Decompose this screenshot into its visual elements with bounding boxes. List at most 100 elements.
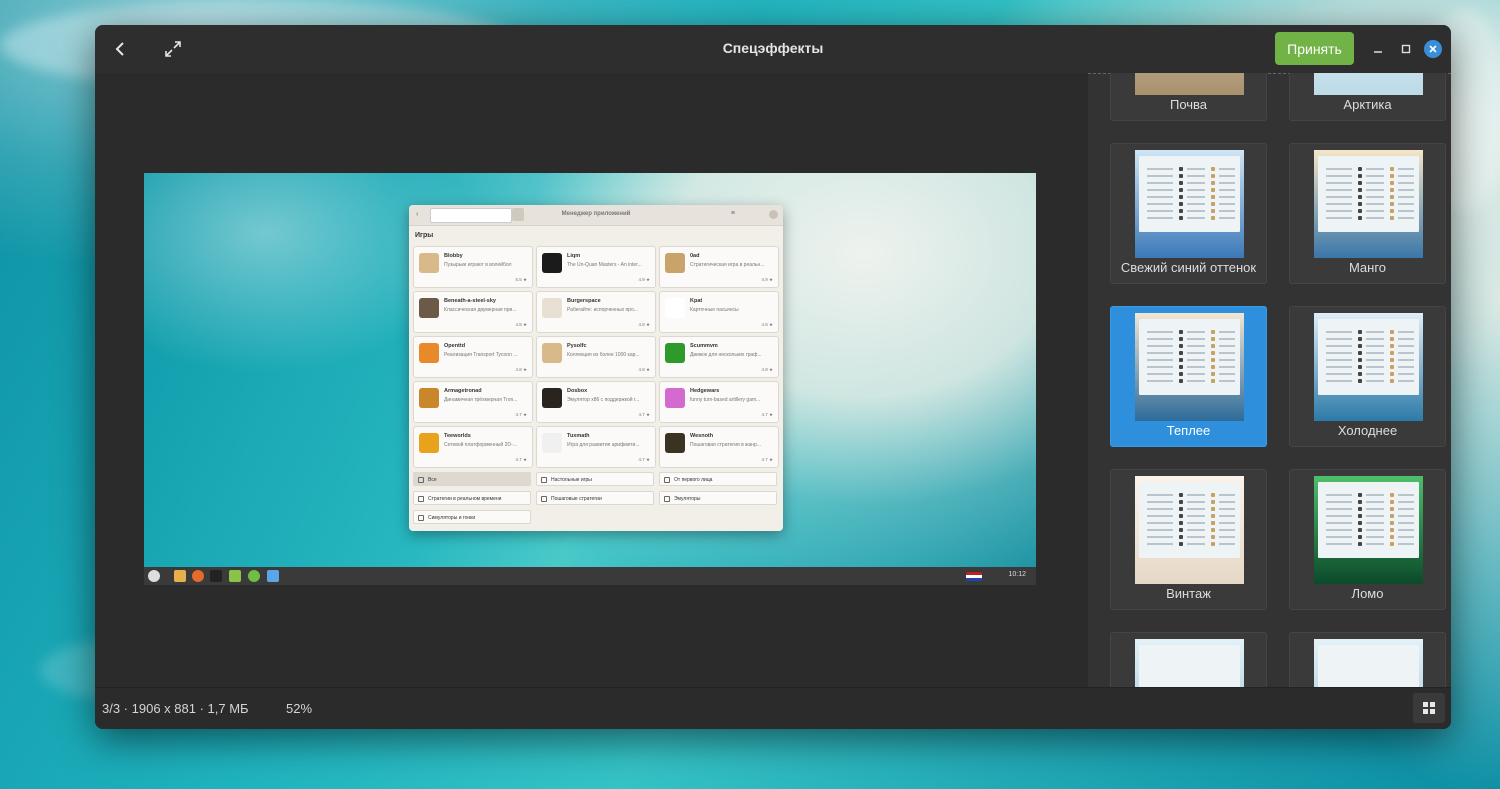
preview-app-card: Dosbox Эмулятор x86 с поддержкой г... 4.7 …	[536, 381, 656, 423]
zoom-level: 52%	[286, 701, 313, 716]
app-rating: 4.7 ★	[638, 412, 650, 417]
app-rating: 4.7 ★	[761, 412, 773, 417]
preview-app-card: 0ad Стратегическая игра в реальн... 4.9 ★	[659, 246, 779, 288]
minimize-icon	[1374, 51, 1382, 53]
app-description: The Un-Quan Masters - An inter...	[567, 262, 642, 268]
preview-app-card: Liqm The Un-Quan Masters - An inter... 4.9…	[536, 246, 656, 288]
preview-app-card: Scummvm Движок для нескольких граф... 4.8 …	[659, 336, 779, 378]
maximize-button[interactable]	[1395, 38, 1417, 60]
preview-app-card: Armagetronad Динамичная трёхмерная Tron..…	[413, 381, 533, 423]
effects-sidebar: Почва Арктика Свежий синий оттенок Манго Теп…	[1088, 73, 1451, 688]
app-description: Рабегайте: испорченных про...	[567, 307, 638, 313]
effect-thumbnail	[1135, 476, 1244, 584]
grid-icon	[1423, 702, 1435, 714]
chevron-left-icon	[115, 42, 124, 56]
effect-label: Манго	[1348, 260, 1387, 275]
image-info: 3/3 · 1906 x 881 · 1,7 МБ	[102, 701, 249, 716]
preview-app-card: Blobby Пузырьки играют в волейбол 5.5 ★	[413, 246, 533, 288]
effect-thumbnail	[1135, 73, 1244, 95]
app-icon	[665, 253, 685, 273]
app-name: 0ad	[690, 253, 700, 259]
effect-tile[interactable]: Холоднее	[1289, 306, 1446, 447]
preview-pane: ‹ Менеджер приложений ≡ Игры Blobby Пузыр…	[95, 73, 1088, 688]
preview-category: Эмуляторы	[659, 491, 777, 505]
effect-label: Холоднее	[1337, 423, 1398, 438]
app-rating: 4.9 ★	[638, 277, 650, 282]
app-description: Реализация Transport Tycoon ...	[444, 352, 518, 358]
preview-category: От первого лица	[659, 472, 777, 486]
fullscreen-button[interactable]	[161, 37, 185, 61]
preview-category: Стратегии в реальном времени	[413, 491, 531, 505]
preview-app-title: Менеджер приложений	[561, 211, 631, 217]
app-rating: 4.7 ★	[638, 457, 650, 462]
app-name: Kpat	[690, 298, 703, 304]
preview-app-card: Tuxmath Игра для развития арифмети... 4.7 …	[536, 426, 656, 468]
effect-tile[interactable]	[1110, 632, 1267, 688]
effect-tile[interactable]: Ломо	[1289, 469, 1446, 610]
effect-tile[interactable]: Арктика	[1289, 73, 1446, 121]
effect-tile[interactable]: Манго	[1289, 143, 1446, 284]
effect-thumbnail	[1314, 476, 1423, 584]
effect-thumbnail	[1314, 150, 1423, 258]
preview-terminal-icon	[210, 570, 222, 582]
accept-button[interactable]: Принять	[1275, 32, 1354, 65]
app-description: Эмулятор x86 с поддержкой г...	[567, 397, 640, 403]
effect-tile[interactable]: Почва	[1110, 73, 1267, 121]
app-icon	[665, 343, 685, 363]
preview-menu-icon	[148, 570, 160, 582]
grid-view-button[interactable]	[1413, 693, 1445, 723]
app-description: Пузырьки играют в волейбол	[444, 262, 512, 268]
app-description: Классическая двумерная при...	[444, 307, 517, 313]
app-rating: 4.8 ★	[761, 322, 773, 327]
preview-category: Настольные игры	[536, 472, 654, 486]
app-name: Scummvm	[690, 343, 718, 349]
effect-thumbnail	[1135, 313, 1244, 421]
app-icon	[665, 388, 685, 408]
preview-app-icon	[267, 570, 279, 582]
maximize-icon	[1401, 44, 1411, 54]
app-icon	[542, 388, 562, 408]
app-rating: 5.5 ★	[515, 277, 527, 282]
app-rating: 4.7 ★	[515, 412, 527, 417]
app-description: Сетевой платформенный 2D-...	[444, 442, 517, 448]
preview-app-card: Wesnoth Пошаговая стратегия в жанр... 4.7 …	[659, 426, 779, 468]
effect-tile[interactable]: Теплее	[1110, 306, 1267, 447]
app-description: funny turn-based artillery gam...	[690, 397, 761, 403]
effect-label: Винтаж	[1166, 586, 1211, 601]
app-name: Blobby	[444, 253, 463, 259]
app-rating: 4.8 ★	[638, 367, 650, 372]
close-button[interactable]	[1422, 38, 1444, 60]
app-rating: 4.9 ★	[761, 277, 773, 282]
preview-category: Все	[413, 472, 531, 486]
app-name: Tuxmath	[567, 433, 590, 439]
status-bar: 3/3 · 1906 x 881 · 1,7 МБ 52%	[95, 687, 1451, 729]
app-description: Игра для развития арифмети...	[567, 442, 640, 448]
app-rating: 4.7 ★	[761, 457, 773, 462]
app-icon	[419, 253, 439, 273]
effect-tile[interactable]: Винтаж	[1110, 469, 1267, 610]
preview-app-card: Beneath-a-steel-sky Классическая двумерна…	[413, 291, 533, 333]
effect-thumbnail	[1314, 73, 1423, 95]
preview-app-card: Teeworlds Сетевой платформенный 2D-... 4.7…	[413, 426, 533, 468]
app-icon	[542, 433, 562, 453]
app-rating: 4.8 ★	[515, 322, 527, 327]
expand-icon	[165, 41, 181, 57]
app-description: Стратегическая игра в реальн...	[690, 262, 765, 268]
effect-thumbnail	[1135, 639, 1244, 688]
preview-category: Симуляторы и гонки	[413, 510, 531, 524]
effect-tile[interactable]	[1289, 632, 1446, 688]
effect-tile[interactable]: Свежий синий оттенок	[1110, 143, 1267, 284]
minimize-button[interactable]	[1367, 38, 1389, 60]
app-rating: 4.8 ★	[515, 367, 527, 372]
preview-app-card: Burgerspace Рабегайте: испорченных про...…	[536, 291, 656, 333]
app-name: Pysolfc	[567, 343, 587, 349]
preview-flag-icon	[966, 572, 982, 581]
app-icon	[542, 253, 562, 273]
image-preview[interactable]: ‹ Менеджер приложений ≡ Игры Blobby Пузыр…	[144, 173, 1036, 585]
preview-app-card: Hedgewars funny turn-based artillery gam.…	[659, 381, 779, 423]
app-name: Armagetronad	[444, 388, 482, 394]
effect-label: Почва	[1169, 97, 1208, 112]
back-button[interactable]	[108, 37, 132, 61]
preview-app-window: ‹ Менеджер приложений ≡ Игры Blobby Пузыр…	[409, 205, 783, 531]
preview-app-icon	[229, 570, 241, 582]
